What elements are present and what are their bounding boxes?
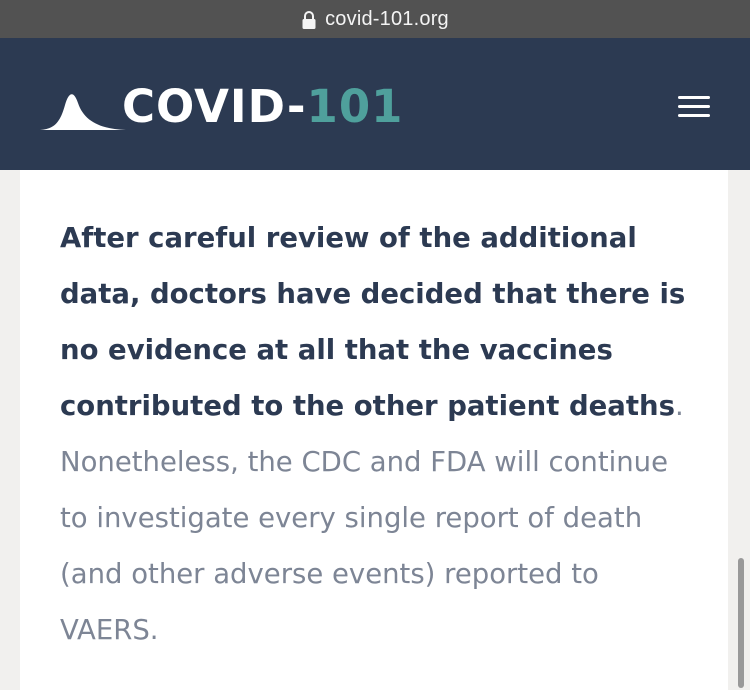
hamburger-menu-icon[interactable] bbox=[674, 91, 714, 123]
menu-bar-bottom bbox=[678, 114, 710, 117]
menu-bar-middle bbox=[678, 105, 710, 108]
sentence-period: . bbox=[674, 390, 684, 422]
bell-curve-icon bbox=[40, 94, 126, 130]
browser-url-bar[interactable]: covid-101.org bbox=[0, 0, 750, 38]
bold-statement: After careful review of the additional d… bbox=[60, 222, 686, 422]
site-logo[interactable]: COVID-101 bbox=[40, 82, 403, 132]
menu-bar-top bbox=[678, 96, 710, 99]
logo-text: COVID-101 bbox=[122, 82, 403, 132]
logo-number: 101 bbox=[306, 80, 404, 133]
lock-icon bbox=[302, 11, 316, 29]
article-paragraph: After careful review of the additional d… bbox=[60, 210, 700, 658]
article-card: After careful review of the additional d… bbox=[20, 170, 728, 690]
logo-word: COVID- bbox=[122, 80, 307, 133]
regular-statement: Nonetheless, the CDC and FDA will contin… bbox=[60, 446, 669, 646]
page-scrollbar[interactable] bbox=[738, 558, 744, 688]
url-text: covid-101.org bbox=[325, 7, 449, 30]
site-header: COVID-101 bbox=[0, 38, 750, 170]
